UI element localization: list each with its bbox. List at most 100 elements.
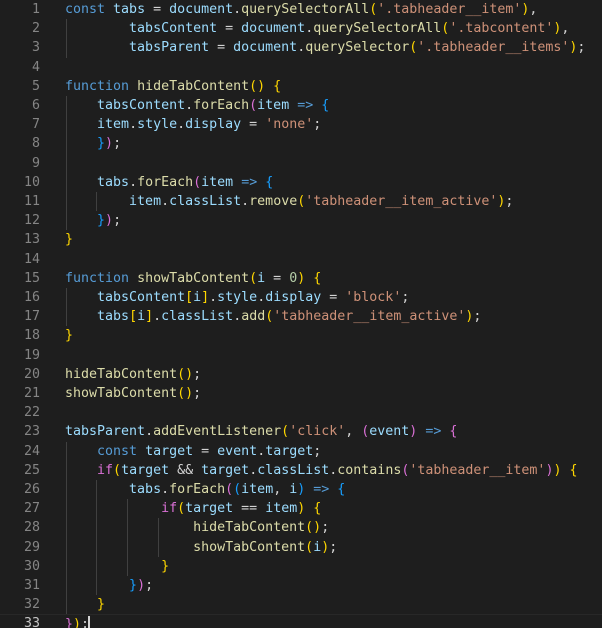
code-line-body[interactable]: } <box>0 556 602 576</box>
line-number[interactable]: 23 <box>0 422 40 441</box>
line-number[interactable]: 26 <box>0 480 40 499</box>
line-number[interactable]: 13 <box>0 230 40 249</box>
code-line-body[interactable]: tabs.forEach(item => { <box>0 172 602 192</box>
code-line-body[interactable]: }); <box>0 134 602 154</box>
line-number[interactable]: 24 <box>0 442 40 461</box>
code-line[interactable]: }); 12 <box>0 211 602 231</box>
code-line[interactable]: hideTabContent(); 20 <box>0 365 602 384</box>
code-line[interactable]: 19 <box>0 346 602 365</box>
code-line-body[interactable]: }); <box>0 211 602 231</box>
code-line-body[interactable]: hideTabContent(); <box>0 518 602 538</box>
code-line[interactable]: item.classList.remove('tabheader__item_a… <box>0 192 602 212</box>
code-line[interactable]: }); 8 <box>0 134 602 154</box>
line-number[interactable]: 7 <box>0 115 40 134</box>
code-line[interactable]: hideTabContent(); 28 <box>0 518 602 538</box>
code-line[interactable]: }); 33 <box>0 614 602 628</box>
line-number[interactable]: 15 <box>0 269 40 288</box>
code-line[interactable]: if(target && target.classList.contains('… <box>0 460 602 480</box>
code-line-body[interactable]: tabsParent = document.querySelector('.ta… <box>0 38 602 58</box>
code-line-body[interactable]: showTabContent(i); <box>0 537 602 557</box>
line-number[interactable]: 6 <box>0 96 40 115</box>
code-line-body[interactable]: } <box>0 230 602 249</box>
code-line-body[interactable]: tabsParent.addEventListener('click', (ev… <box>0 422 602 441</box>
line-number[interactable]: 3 <box>0 38 40 57</box>
code-line[interactable]: const tabs = document.querySelectorAll('… <box>0 0 602 19</box>
code-line[interactable]: tabs.forEach(item => {10 <box>0 172 602 192</box>
code-line-body[interactable] <box>0 250 602 269</box>
code-line-body[interactable]: if(target == item) { <box>0 499 602 519</box>
code-line[interactable]: showTabContent(i); 29 <box>0 537 602 557</box>
code-line-body[interactable] <box>0 58 602 77</box>
line-number[interactable]: 10 <box>0 173 40 192</box>
code-line[interactable]: 22 <box>0 403 602 422</box>
line-number[interactable]: 1 <box>0 0 40 19</box>
code-line[interactable]: tabsContent = document.querySelectorAll(… <box>0 19 602 39</box>
code-line[interactable]: } 18 <box>0 326 602 345</box>
code-line-body[interactable] <box>0 153 602 173</box>
code-line-body[interactable]: tabs.forEach((item, i) => { <box>0 480 602 500</box>
line-number[interactable]: 20 <box>0 365 40 384</box>
line-number[interactable]: 8 <box>0 134 40 153</box>
code-line-body[interactable]: }); <box>0 576 602 596</box>
code-line[interactable]: showTabContent(); 21 <box>0 384 602 403</box>
line-number[interactable]: 18 <box>0 326 40 345</box>
line-number[interactable]: 30 <box>0 557 40 576</box>
code-line-body[interactable]: const tabs = document.querySelectorAll('… <box>0 0 602 19</box>
line-number[interactable]: 32 <box>0 595 40 614</box>
line-number[interactable]: 11 <box>0 192 40 211</box>
code-line-body[interactable]: const target = event.target; <box>0 441 602 461</box>
code-line-body[interactable]: item.style.display = 'none'; <box>0 115 602 135</box>
line-number[interactable]: 16 <box>0 288 40 307</box>
code-line[interactable]: } 13 <box>0 230 602 249</box>
line-number[interactable]: 21 <box>0 384 40 403</box>
code-line-body[interactable]: tabsContent.forEach(item => { <box>0 96 602 116</box>
code-editor[interactable]: const tabs = document.querySelectorAll('… <box>0 0 602 628</box>
code-line-body[interactable]: } <box>0 595 602 615</box>
line-number[interactable]: 2 <box>0 19 40 38</box>
code-line[interactable]: 4 <box>0 58 602 77</box>
line-number[interactable]: 28 <box>0 518 40 537</box>
code-line[interactable]: if(target == item) {27 <box>0 499 602 519</box>
code-line[interactable]: function showTabContent(i = 0) {15 <box>0 269 602 288</box>
line-number[interactable]: 31 <box>0 576 40 595</box>
code-line-body[interactable]: hideTabContent(); <box>0 365 602 384</box>
line-number[interactable]: 5 <box>0 77 40 96</box>
line-number[interactable]: 19 <box>0 346 40 365</box>
code-line[interactable]: tabsContent.forEach(item => {6 <box>0 96 602 116</box>
code-line[interactable]: }); 31 <box>0 576 602 596</box>
code-line[interactable]: tabsContent[i].style.display = 'block'; 1… <box>0 288 602 308</box>
line-number[interactable]: 4 <box>0 58 40 77</box>
code-line[interactable]: } 30 <box>0 556 602 576</box>
code-line[interactable]: tabs.forEach((item, i) => {26 <box>0 480 602 500</box>
code-line-body[interactable]: item.classList.remove('tabheader__item_a… <box>0 192 602 212</box>
code-line[interactable]: item.style.display = 'none'; 7 <box>0 115 602 135</box>
code-line-body[interactable]: } <box>0 326 602 345</box>
code-line-body[interactable]: tabs[i].classList.add('tabheader__item_a… <box>0 307 602 327</box>
code-line[interactable]: function hideTabContent() {5 <box>0 77 602 96</box>
line-number[interactable]: 14 <box>0 250 40 269</box>
code-line-body[interactable] <box>0 346 602 365</box>
line-number[interactable]: 17 <box>0 307 40 326</box>
code-line[interactable]: 14 <box>0 250 602 269</box>
line-number[interactable]: 27 <box>0 499 40 518</box>
code-line[interactable]: tabsParent.addEventListener('click', (ev… <box>0 422 602 441</box>
code-line-body[interactable]: tabsContent[i].style.display = 'block'; <box>0 288 602 308</box>
code-line[interactable]: } 32 <box>0 595 602 615</box>
code-line[interactable]: 9 <box>0 153 602 173</box>
code-line-body[interactable]: function hideTabContent() { <box>0 77 602 96</box>
line-number[interactable]: 33 <box>0 614 40 628</box>
code-line-body[interactable] <box>0 403 602 422</box>
code-line-body[interactable]: }); <box>0 614 602 628</box>
code-line-body[interactable]: tabsContent = document.querySelectorAll(… <box>0 19 602 39</box>
line-number[interactable]: 29 <box>0 538 40 557</box>
line-number[interactable]: 25 <box>0 461 40 480</box>
code-line-body[interactable]: if(target && target.classList.contains('… <box>0 460 602 480</box>
line-number[interactable]: 12 <box>0 211 40 230</box>
code-line[interactable]: tabs[i].classList.add('tabheader__item_a… <box>0 307 602 327</box>
code-line[interactable]: tabsParent = document.querySelector('.ta… <box>0 38 602 58</box>
line-number[interactable]: 9 <box>0 154 40 173</box>
code-line-body[interactable]: showTabContent(); <box>0 384 602 403</box>
code-line-body[interactable]: function showTabContent(i = 0) { <box>0 269 602 288</box>
line-number[interactable]: 22 <box>0 403 40 422</box>
code-line[interactable]: const target = event.target; 24 <box>0 441 602 461</box>
